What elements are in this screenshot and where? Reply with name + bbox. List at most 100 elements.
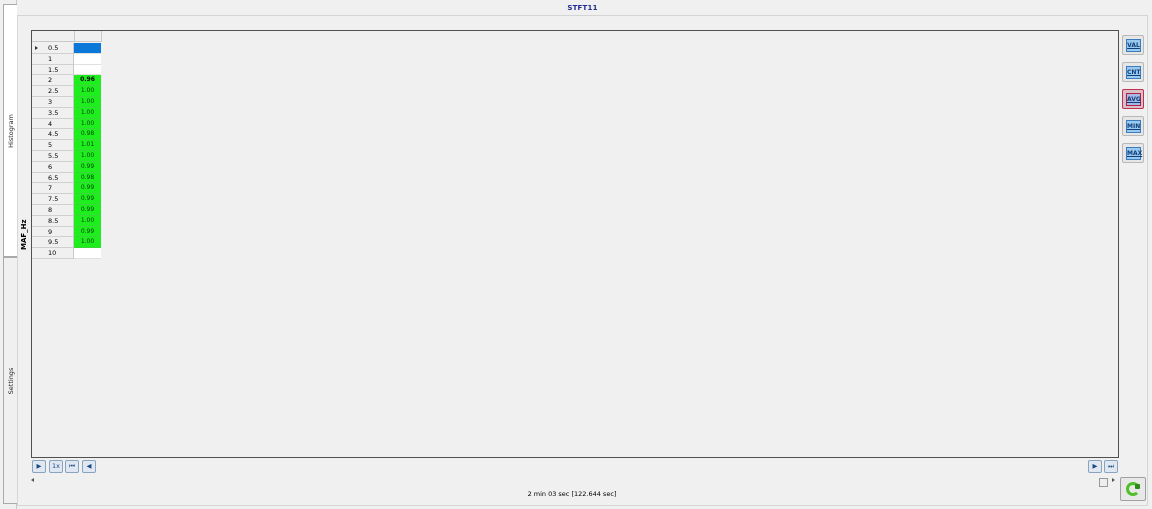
table-grid[interactable] (31, 30, 1119, 458)
min-mode-button[interactable]: MIN (1122, 116, 1144, 136)
table-row[interactable]: 7.5 0.99 (32, 194, 102, 205)
table-cell[interactable]: 1.00 (74, 96, 101, 108)
row-header[interactable]: 9.5 (32, 237, 74, 249)
row-header[interactable]: 2 (32, 75, 74, 87)
tab-settings[interactable]: Settings (3, 257, 17, 504)
table-row[interactable]: 2 0.96 (32, 75, 102, 87)
refresh-button[interactable] (1120, 477, 1146, 501)
horizontal-scrollbar[interactable] (31, 476, 1118, 486)
table-column-header[interactable] (75, 31, 102, 42)
avg-mode-button[interactable]: AVG (1122, 89, 1144, 109)
table-row[interactable]: 10 (32, 248, 102, 259)
table-rows: 0.5 1 1.5 2 0.96 2.5 1.00 3 1.00 3.5 1.00 4 1.00 4.5 0… (32, 43, 102, 259)
tab-histogram-label: Histogram (6, 113, 15, 148)
cnt-mode-button[interactable]: CNT (1122, 62, 1144, 82)
row-header[interactable]: 10 (32, 248, 74, 259)
row-key: 5.5 (48, 151, 59, 160)
table-cell[interactable]: 0.98 (74, 129, 101, 141)
table-cell[interactable]: 1.00 (74, 118, 101, 130)
row-header[interactable]: 1.5 (32, 64, 74, 76)
row-key: 8 (48, 205, 53, 214)
table-row[interactable]: 9 0.99 (32, 226, 102, 238)
table-cell[interactable] (74, 43, 101, 54)
tab-histogram[interactable]: Histogram (3, 4, 17, 257)
row-header[interactable]: 8 (32, 204, 74, 216)
max-mode-button[interactable]: MAX (1122, 143, 1144, 163)
grid-options-icon[interactable] (1099, 478, 1108, 487)
table-cell[interactable]: 1.00 (74, 107, 101, 119)
table-row[interactable]: 6 0.99 (32, 161, 102, 173)
table-row[interactable]: 5.5 1.00 (32, 150, 102, 162)
row-key: 2.5 (48, 87, 59, 96)
play-button[interactable]: ▶ (32, 460, 46, 473)
table-cell[interactable]: 0.99 (74, 194, 101, 205)
row-key: 3.5 (48, 108, 59, 117)
table-row[interactable]: 8.5 1.00 (32, 215, 102, 227)
table-row[interactable]: 0.5 (32, 43, 102, 54)
skip-end-icon: ⏭ (1108, 462, 1114, 470)
row-header[interactable]: 5.5 (32, 150, 74, 162)
row-key: 1 (48, 54, 53, 63)
row-header[interactable]: 9 (32, 226, 74, 238)
row-header[interactable]: 6 (32, 161, 74, 173)
table-row[interactable]: 8 0.99 (32, 204, 102, 216)
first-frame-button[interactable]: ⏮ (65, 460, 79, 473)
scroll-right-icon[interactable] (1112, 478, 1115, 482)
row-key: 6 (48, 162, 53, 171)
speed-button[interactable]: 1x (49, 460, 63, 473)
table-cell[interactable]: 1.00 (74, 215, 101, 227)
play-icon: ▶ (36, 462, 42, 470)
table-row[interactable]: 3 1.00 (32, 96, 102, 108)
scroll-left-icon[interactable] (31, 478, 34, 482)
table-cell[interactable]: 1.01 (74, 140, 101, 151)
row-header[interactable]: 1 (32, 53, 74, 65)
table-cell[interactable] (74, 64, 101, 76)
row-header[interactable]: 7.5 (32, 194, 74, 205)
table-cell[interactable]: 0.99 (74, 204, 101, 216)
table-row[interactable]: 7 0.99 (32, 183, 102, 195)
skip-start-icon: ⏮ (69, 462, 75, 470)
step-back-button[interactable]: ◀ (82, 460, 96, 473)
table-row[interactable]: 3.5 1.00 (32, 107, 102, 119)
row-header[interactable]: 4 (32, 118, 74, 130)
table-cell[interactable]: 1.00 (74, 86, 101, 97)
row-key: 2 (48, 76, 53, 85)
tab-settings-label: Settings (6, 367, 15, 394)
table-row[interactable]: 6.5 0.98 (32, 172, 102, 184)
table-cell[interactable] (74, 53, 101, 65)
row-key: 4 (48, 119, 53, 128)
row-key: 7.5 (48, 195, 59, 204)
step-forward-button[interactable]: ▶ (1088, 460, 1102, 473)
row-header[interactable]: 7 (32, 183, 74, 195)
row-header[interactable]: 4.5 (32, 129, 74, 141)
table-corner-header[interactable] (32, 31, 75, 42)
table-row[interactable]: 4 1.00 (32, 118, 102, 130)
max-icon: MAX (1126, 147, 1142, 160)
row-header[interactable]: 8.5 (32, 215, 74, 227)
table-cell[interactable]: 0.98 (74, 172, 101, 184)
row-key: 9.5 (48, 238, 59, 247)
table-row[interactable]: 5 1.01 (32, 140, 102, 151)
table-cell[interactable] (74, 248, 101, 259)
table-row[interactable]: 2.5 1.00 (32, 86, 102, 97)
row-header[interactable]: 0.5 (32, 43, 74, 54)
table-cell[interactable]: 1.00 (74, 150, 101, 162)
table-cell[interactable]: 0.99 (74, 161, 101, 173)
table-row[interactable]: 4.5 0.98 (32, 129, 102, 141)
table-row[interactable]: 9.5 1.00 (32, 237, 102, 249)
table-cell[interactable]: 1.00 (74, 237, 101, 249)
row-header[interactable]: 6.5 (32, 172, 74, 184)
row-header[interactable]: 5 (32, 140, 74, 151)
row-header[interactable]: 3 (32, 96, 74, 108)
table-row[interactable]: 1 (32, 53, 102, 65)
row-header[interactable]: 3.5 (32, 107, 74, 119)
table-cell[interactable]: 0.99 (74, 183, 101, 195)
table-cell[interactable]: 0.96 (74, 75, 101, 87)
row-header[interactable]: 2.5 (32, 86, 74, 97)
val-mode-button[interactable]: VAL (1122, 35, 1144, 55)
last-frame-button[interactable]: ⏭ (1104, 460, 1118, 473)
duration-status: 2 min 03 sec [122.644 sec] (527, 490, 617, 498)
row-key: 6.5 (48, 173, 59, 182)
table-row[interactable]: 1.5 (32, 64, 102, 76)
table-cell[interactable]: 0.99 (74, 226, 101, 238)
